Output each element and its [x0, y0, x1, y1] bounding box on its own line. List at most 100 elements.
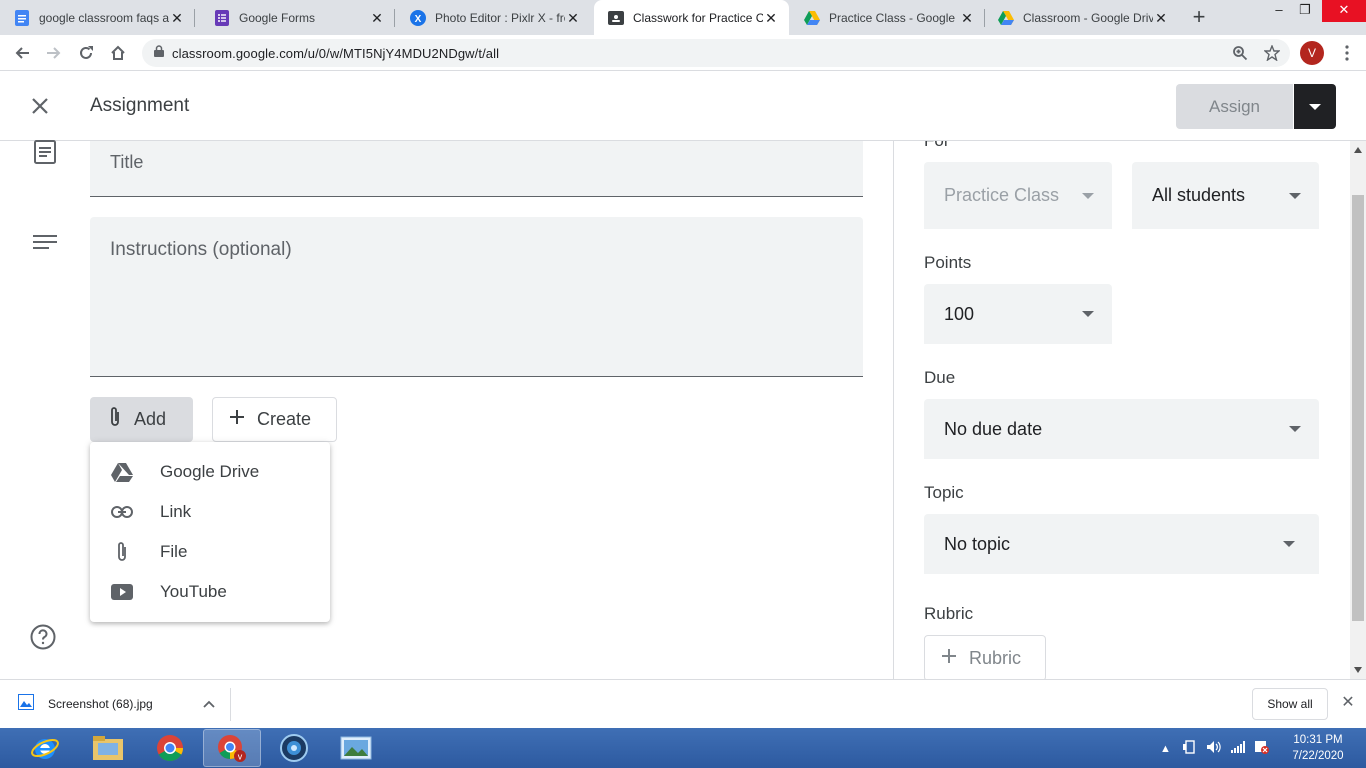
assign-button[interactable]: Assign: [1176, 84, 1293, 129]
add-button[interactable]: Add: [90, 397, 193, 442]
scroll-thumb[interactable]: [1352, 195, 1364, 621]
downloads-bar: Screenshot (68).jpg Show all ✕: [0, 679, 1366, 728]
google-drive-icon: [998, 10, 1014, 26]
instructions-icon: [32, 229, 58, 255]
rubric-button-label: Rubric: [969, 647, 1022, 668]
restore-button[interactable]: ❐: [1288, 0, 1322, 22]
add-menu: Google Drive Link File YouTube: [90, 442, 330, 622]
caret-down-icon: [1082, 311, 1094, 317]
menu-item-link[interactable]: Link: [90, 492, 330, 532]
chrome-icon[interactable]: [141, 729, 199, 767]
reload-icon[interactable]: [73, 40, 99, 66]
page-title: Assignment: [90, 95, 190, 116]
class-select[interactable]: Practice Class: [924, 162, 1112, 229]
youtube-icon: [110, 580, 134, 604]
menu-item-label: Link: [160, 502, 192, 521]
students-select-value: All students: [1152, 185, 1246, 205]
zoom-icon[interactable]: [1227, 40, 1253, 66]
scroll-up-icon[interactable]: [1354, 147, 1362, 153]
back-arrow-icon[interactable]: [9, 40, 35, 66]
download-file-name: Screenshot (68).jpg: [48, 696, 153, 711]
close-tab-icon[interactable]: ✕: [763, 10, 779, 26]
title-input[interactable]: Title: [90, 141, 863, 197]
tab-label: Classroom - Google Driv: [1023, 10, 1153, 25]
for-label: For: [924, 141, 950, 151]
browser-menu-icon[interactable]: [1334, 40, 1360, 66]
points-select-value: 100: [944, 303, 975, 324]
help-icon[interactable]: [30, 624, 56, 650]
link-icon: [110, 500, 134, 524]
internet-explorer-icon[interactable]: [16, 729, 74, 767]
show-hidden-icons-icon[interactable]: ▲: [1160, 743, 1171, 755]
menu-item-label: Google Drive: [160, 462, 260, 481]
window-close-button[interactable]: ✕: [1322, 0, 1366, 22]
menu-item-label: File: [160, 542, 188, 561]
browser-tab-classroom-drive[interactable]: Classroom - Google Driv ✕: [984, 0, 1179, 35]
instructions-input[interactable]: Instructions (optional): [90, 217, 863, 377]
menu-item-google-drive[interactable]: Google Drive: [90, 452, 330, 492]
volume-icon[interactable]: [1206, 740, 1221, 757]
close-downloads-icon[interactable]: ✕: [1339, 694, 1357, 712]
photo-viewer-icon[interactable]: [327, 729, 385, 767]
address-bar[interactable]: classroom.google.com/u/0/w/MTI5NjY4MDU2N…: [142, 39, 1290, 67]
forward-arrow-icon[interactable]: [41, 40, 67, 66]
scroll-down-icon[interactable]: [1354, 667, 1362, 673]
close-tab-icon[interactable]: ✕: [565, 10, 581, 26]
show-all-button[interactable]: Show all: [1252, 688, 1328, 720]
taskbar-clock[interactable]: 10:31 PM 7/22/2020: [1284, 732, 1352, 764]
close-icon[interactable]: [26, 92, 54, 120]
menu-item-file[interactable]: File: [90, 532, 330, 572]
browser-tab-classwork[interactable]: Classwork for Practice Cl ✕: [594, 0, 789, 35]
create-button-label: Create: [257, 409, 312, 429]
classroom-icon: [608, 10, 624, 26]
menu-item-label: YouTube: [160, 582, 227, 601]
topic-select-value: No topic: [944, 533, 1011, 554]
tab-label: Practice Class - Google D: [829, 10, 959, 25]
close-tab-icon[interactable]: ✕: [1153, 10, 1169, 26]
close-tab-icon[interactable]: ✕: [169, 10, 185, 26]
chevron-up-icon[interactable]: [203, 697, 215, 711]
download-item[interactable]: Screenshot (68).jpg: [18, 694, 215, 713]
device-icon[interactable]: [1182, 740, 1197, 757]
url-text: classroom.google.com/u/0/w/MTI5NjY4MDU2N…: [172, 45, 500, 61]
media-app-icon[interactable]: [265, 729, 323, 767]
students-select[interactable]: All students: [1132, 162, 1319, 229]
topic-select[interactable]: No topic: [924, 514, 1319, 574]
profile-avatar[interactable]: V: [1300, 41, 1324, 65]
google-drive-icon: [804, 10, 820, 26]
panel-scrollbar[interactable]: [1350, 141, 1366, 679]
signal-icon[interactable]: [1230, 741, 1245, 756]
caret-down-icon: [1289, 192, 1301, 199]
chrome-profile-icon[interactable]: v: [203, 729, 261, 767]
assign-options-button[interactable]: [1294, 84, 1336, 129]
google-drive-icon: [110, 460, 134, 484]
action-center-alert-icon[interactable]: [1254, 740, 1269, 757]
clock-time: 10:31 PM: [1293, 734, 1343, 746]
close-tab-icon[interactable]: ✕: [959, 10, 975, 26]
due-select-value: No due date: [944, 418, 1043, 439]
create-button[interactable]: Create: [212, 397, 337, 442]
caret-down-icon: [1309, 103, 1321, 110]
due-select[interactable]: No due date: [924, 399, 1319, 459]
image-file-icon: [18, 694, 34, 713]
browser-tab-forms[interactable]: Google Forms ✕: [200, 0, 395, 35]
close-tab-icon[interactable]: ✕: [369, 10, 385, 26]
due-label: Due: [924, 368, 956, 387]
paperclip-icon: [108, 406, 122, 433]
svg-text:X: X: [415, 14, 422, 25]
points-select[interactable]: 100: [924, 284, 1112, 344]
browser-tab-practice-drive[interactable]: Practice Class - Google D ✕: [790, 0, 985, 35]
new-tab-button[interactable]: +: [1186, 5, 1212, 31]
home-icon[interactable]: [105, 40, 131, 66]
google-forms-icon: [214, 9, 230, 26]
rubric-button[interactable]: Rubric: [924, 635, 1046, 679]
browser-tab-pixlr[interactable]: X Photo Editor : Pixlr X - fre ✕: [396, 0, 591, 35]
windows-taskbar: v ▲ 10:31 PM 7/22/2020: [0, 728, 1366, 768]
menu-item-youtube[interactable]: YouTube: [90, 572, 330, 612]
rubric-label: Rubric: [924, 604, 974, 623]
caret-down-icon: [1082, 192, 1094, 199]
file-explorer-icon[interactable]: [79, 729, 137, 767]
browser-tab-docs[interactable]: google classroom faqs a ✕: [0, 0, 195, 35]
bookmark-star-icon[interactable]: [1259, 40, 1285, 66]
browser-toolbar: classroom.google.com/u/0/w/MTI5NjY4MDU2N…: [0, 35, 1366, 71]
